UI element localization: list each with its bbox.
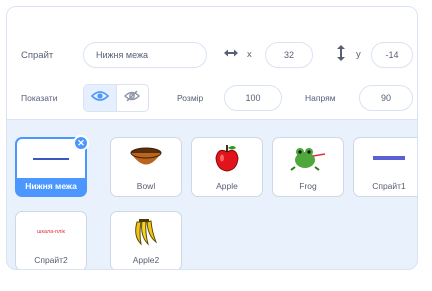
sprite2-thumb-text: шкала-плік — [37, 229, 65, 235]
x-field[interactable]: 32 — [265, 42, 313, 68]
eye-icon — [90, 89, 109, 107]
sprite-name: Спрайт2 — [34, 255, 68, 265]
sprite-info-panel: Спрайт Нижня межа x 32 y -14 Показати Ро… — [7, 7, 417, 120]
sprite-tile-apple[interactable]: Apple — [191, 137, 263, 197]
bowl-icon — [111, 138, 181, 178]
sprite-name-label: Спрайт — [21, 50, 54, 61]
apple-icon — [192, 138, 262, 178]
delete-sprite-button[interactable]: ✕ — [73, 135, 89, 151]
direction-value: 90 — [380, 93, 391, 103]
bar-icon — [354, 138, 417, 178]
y-field[interactable]: -14 — [371, 42, 413, 68]
sprite-name: Frog — [299, 181, 317, 191]
size-value: 100 — [245, 93, 261, 103]
x-value: 32 — [283, 50, 294, 60]
size-field[interactable]: 100 — [224, 85, 282, 111]
sprite-name: Bowl — [136, 181, 156, 191]
sprite-tile-bowl[interactable]: Bowl — [110, 137, 182, 197]
hide-button[interactable] — [115, 85, 149, 111]
sprite-pane: Спрайт Нижня межа x 32 y -14 Показати Ро… — [6, 6, 418, 270]
sprite-name: Спрайт1 — [372, 181, 406, 191]
frog-icon — [273, 138, 343, 178]
sprite-name: Apple — [216, 181, 238, 191]
eye-slash-icon — [124, 89, 141, 108]
sprite-tile-sprite2[interactable]: шкала-плік Спрайт2 — [15, 211, 87, 269]
sprite-name-field[interactable]: Нижня межа — [83, 42, 207, 68]
sprite-tile-apple2[interactable]: Apple2 — [110, 211, 182, 269]
x-label: x — [247, 49, 252, 60]
x-arrows-icon — [223, 46, 239, 65]
sprite-tile-frog[interactable]: Frog — [272, 137, 344, 197]
show-button[interactable] — [84, 85, 116, 111]
close-icon: ✕ — [77, 137, 85, 148]
sprite-tile-lower-border[interactable]: Нижня межа ✕ — [15, 135, 89, 197]
y-arrows-icon — [336, 44, 346, 67]
visibility-toggle — [83, 84, 149, 112]
sprite-tile-sprite1[interactable]: Спрайт1 — [353, 137, 417, 197]
sprite-name-value: Нижня межа — [96, 50, 149, 60]
sprite-name: Нижня межа — [17, 178, 85, 195]
sprite-name: Apple2 — [132, 255, 160, 265]
direction-label: Напрям — [305, 93, 336, 103]
show-label: Показати — [21, 93, 58, 103]
direction-field[interactable]: 90 — [359, 85, 413, 111]
text-icon: шкала-плік — [16, 212, 86, 252]
size-label: Розмір — [177, 93, 204, 103]
bananas-icon — [111, 212, 181, 252]
y-value: -14 — [385, 50, 399, 60]
y-label: y — [356, 49, 361, 60]
